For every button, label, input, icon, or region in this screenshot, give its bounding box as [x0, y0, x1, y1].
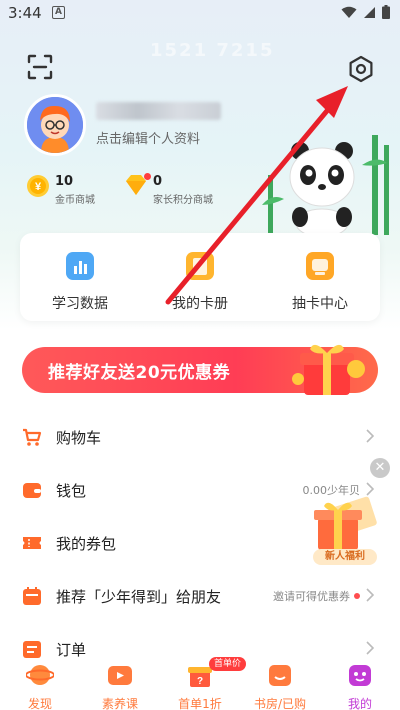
chevron-right-icon: [366, 588, 374, 602]
parent-points-label: 家长积分商城: [153, 195, 213, 206]
tab-label-bookshelf: 书房/已购: [253, 697, 307, 710]
red-dot-badge: [144, 173, 151, 180]
chevron-right-icon: [366, 429, 374, 443]
coupon-icon: [23, 537, 41, 549]
new-user-benefit-label[interactable]: 新人福利: [313, 549, 377, 565]
menu-label-coupons: 我的券包: [56, 534, 117, 553]
parent-points-balance: 0: [153, 174, 163, 189]
menu-label-recommend: 推荐「少年得到」给朋友: [56, 587, 222, 606]
svg-text:¥: ¥: [35, 181, 42, 193]
tab-label-mine: 我的: [347, 697, 372, 710]
coin-icon: ¥: [27, 175, 49, 197]
menu-row-cart[interactable]: 购物车: [22, 422, 378, 452]
wallet-icon: [23, 483, 41, 498]
bar-chart-icon: [66, 252, 94, 280]
panda-mascot-icon: [262, 135, 389, 235]
order-icon: [23, 641, 41, 658]
card-draw-center-label: 抽卡中心: [292, 296, 348, 312]
tab-courses[interactable]: 素养课: [80, 662, 160, 710]
status-time: 3:44: [8, 4, 42, 22]
learning-data-entry[interactable]: 学习数据: [20, 251, 140, 313]
chevron-right-icon: [366, 641, 374, 655]
planet-icon: [25, 665, 55, 685]
first-order-price-badge: 首单价: [209, 657, 247, 671]
tab-label-discover: 发现: [27, 697, 52, 710]
menu-row-recommend[interactable]: 推荐「少年得到」给朋友 邀请可得优惠券: [22, 581, 378, 611]
coin-balance: 10: [55, 174, 74, 189]
coin-mall-label: 金币商城: [55, 195, 95, 206]
user-id-watermark: 1521 7215: [150, 40, 275, 61]
gift-box-icon: [292, 344, 365, 395]
tab-bookshelf[interactable]: 书房/已购: [240, 662, 320, 710]
quick-actions-card: 学习数据 我的卡册 抽卡中心: [20, 233, 380, 321]
notification-a-icon: A: [52, 6, 65, 19]
scan-icon[interactable]: [27, 54, 53, 80]
tab-label-first-order: 首单1折: [178, 697, 222, 710]
calendar-icon: [23, 587, 41, 605]
card-album-icon: [186, 252, 214, 280]
referral-promo-text: 推荐好友送20元优惠券: [48, 363, 231, 383]
coin-mall-stat[interactable]: ¥ 10 金币商城: [26, 174, 95, 206]
parent-points-stat[interactable]: 0 家长积分商城: [124, 173, 213, 206]
menu-label-wallet: 钱包: [56, 481, 87, 500]
card-draw-center-entry[interactable]: 抽卡中心: [260, 251, 380, 313]
cart-icon: [23, 428, 42, 446]
battery-icon: [382, 5, 390, 19]
status-bar: 3:44 A: [0, 0, 400, 30]
referral-promo-banner[interactable]: 推荐好友送20元优惠券: [22, 344, 378, 395]
red-dot-badge: [354, 593, 360, 599]
menu-label-orders: 订单: [56, 640, 87, 659]
learning-data-label: 学习数据: [52, 296, 108, 312]
invite-coupon-text: 邀请可得优惠券: [273, 590, 350, 603]
card-draw-icon: [306, 252, 334, 280]
svg-text:?: ?: [197, 676, 203, 687]
cellular-signal-icon: [364, 6, 375, 18]
invite-coupon-hint: 邀请可得优惠券: [273, 588, 360, 604]
bottom-tab-bar: 发现 素养课 ? 首单1折 书房/已购 我的: [0, 660, 400, 710]
settings-hexagon-icon[interactable]: [347, 55, 375, 83]
my-card-album-label: 我的卡册: [172, 296, 228, 312]
tab-mine[interactable]: 我的: [320, 662, 400, 710]
my-card-album-entry[interactable]: 我的卡册: [140, 251, 260, 313]
tv-icon: [108, 666, 132, 685]
bookshelf-icon: [269, 665, 291, 686]
tab-label-courses: 素养课: [101, 697, 138, 710]
cartoon-boy-avatar-icon: [27, 97, 83, 153]
tab-discover[interactable]: 发现: [0, 662, 80, 710]
avatar[interactable]: [24, 94, 86, 156]
profile-face-icon: [349, 665, 371, 686]
menu-label-cart: 购物车: [56, 428, 102, 447]
close-promo-button[interactable]: ✕: [370, 458, 390, 478]
username-blurred[interactable]: [96, 102, 221, 120]
edit-profile-link[interactable]: 点击编辑个人资料: [96, 128, 200, 147]
wifi-icon: [341, 6, 357, 18]
